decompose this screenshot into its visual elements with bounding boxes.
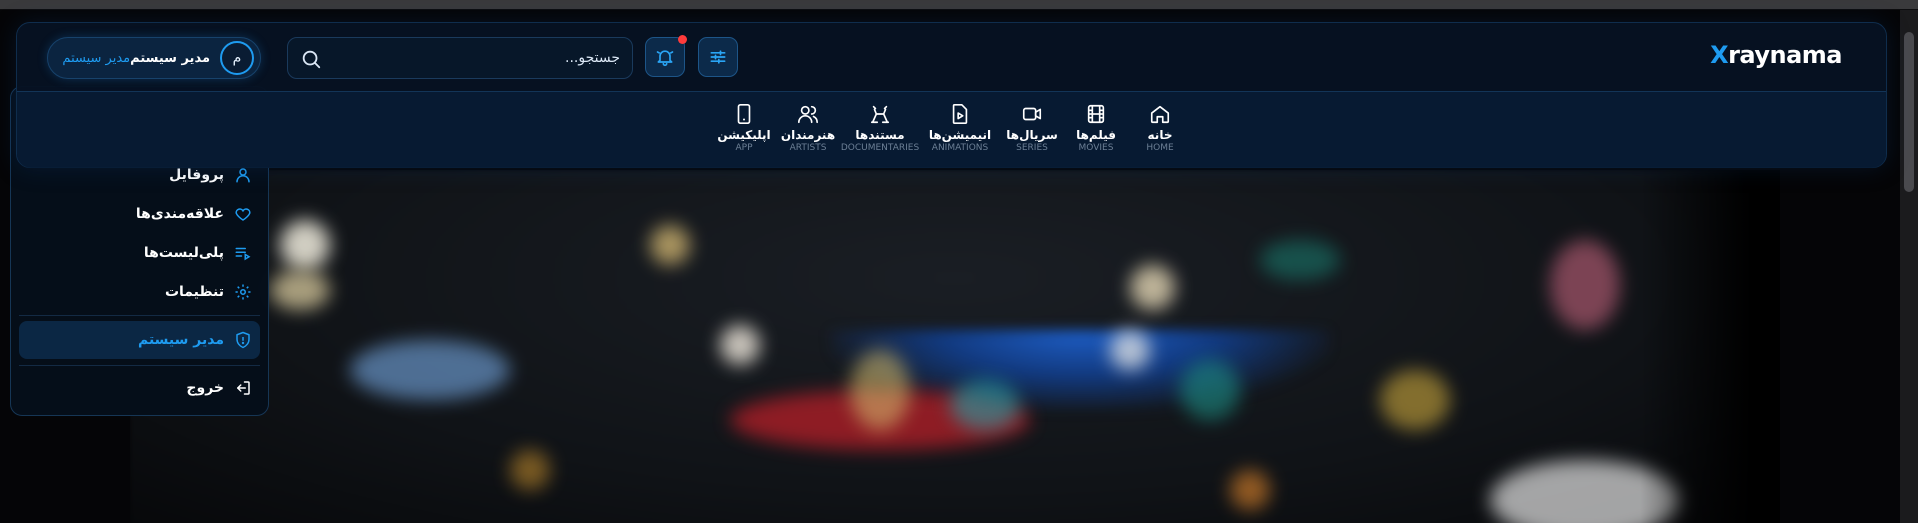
nav-label-en: DOCUMENTARIES	[840, 143, 920, 153]
nav-item-movies[interactable]: فیلم‌ها MOVIES	[1068, 103, 1124, 163]
nav-label-fa: هنرمندان	[780, 128, 836, 142]
menu-item-admin[interactable]: مدیر سیستم	[19, 321, 260, 359]
menu-divider	[19, 365, 260, 366]
user-role: مدیر سیستم	[62, 50, 131, 66]
menu-label: پلی‌لیست‌ها	[143, 245, 224, 261]
file-play-icon	[952, 104, 968, 124]
gear-icon	[235, 284, 251, 300]
nav-item-documentaries[interactable]: مستندها DOCUMENTARIES	[840, 103, 920, 163]
user-menu-button[interactable]: مدیر سیستم مدیر سیستم م	[47, 37, 261, 79]
nav-label-en: SERIES	[1016, 143, 1048, 153]
nav-label-en: HOME	[1146, 143, 1174, 153]
browser-top-divider	[0, 9, 1918, 10]
hero-background-image	[130, 170, 1780, 523]
nav-label-fa: مستندها	[855, 128, 905, 142]
search-icon[interactable]	[300, 48, 322, 70]
nav-label-fa: سریال‌ها	[1006, 128, 1058, 142]
browser-top-strip	[0, 0, 1918, 9]
nav-label-en: APP	[735, 143, 753, 153]
user-label: مدیر سیستم مدیر سیستم	[62, 51, 210, 66]
user-name: مدیر سیستم	[130, 50, 210, 66]
heart-icon	[235, 208, 251, 221]
search-input[interactable]	[330, 38, 620, 78]
site-header: Xraynama مدیر سیستممدیر سیستم م خانه HOM…	[16, 22, 1887, 168]
nav-label-fa: خانه	[1147, 128, 1173, 142]
menu-label: مدیر سیستم	[137, 332, 224, 348]
menu-item-settings[interactable]: تنظیمات	[165, 276, 252, 308]
film-icon	[1087, 104, 1105, 124]
nav-item-animations[interactable]: انیمیشن‌ها ANIMATIONS	[924, 103, 996, 163]
nav-label-fa: فیلم‌ها	[1076, 128, 1116, 142]
nav-item-artists[interactable]: هنرمندان ARTISTS	[780, 103, 836, 163]
nav-item-app[interactable]: اپلیکیشن APP	[716, 103, 772, 163]
site-logo[interactable]: Xraynama	[1710, 41, 1842, 69]
users-icon	[798, 105, 818, 124]
menu-item-favorites[interactable]: علاقه‌مندی‌ها	[136, 198, 252, 230]
menu-item-logout[interactable]: خروج	[186, 372, 252, 404]
menu-divider	[19, 315, 260, 316]
phone-icon	[737, 104, 751, 124]
avatar: م	[220, 41, 254, 75]
main-nav: خانه HOME فیلم‌ها MOVIES سریال‌ها SERIES…	[708, 103, 1188, 163]
nav-item-home[interactable]: خانه HOME	[1132, 103, 1188, 163]
nav-label-en: MOVIES	[1078, 143, 1114, 153]
sliders-icon	[710, 50, 726, 64]
bell-icon	[656, 50, 674, 67]
nav-item-series[interactable]: سریال‌ها SERIES	[1004, 103, 1060, 163]
menu-item-playlists[interactable]: پلی‌لیست‌ها	[144, 237, 252, 269]
scrollbar-thumb[interactable]	[1904, 32, 1914, 192]
menu-label: علاقه‌مندی‌ها	[135, 206, 224, 222]
filter-button[interactable]	[698, 37, 738, 77]
user-icon	[236, 168, 250, 183]
shield-icon	[236, 331, 250, 349]
menu-label: خروج	[186, 380, 224, 396]
menu-label: پروفایل	[169, 167, 224, 183]
logout-icon	[237, 381, 250, 395]
notification-dot	[678, 35, 687, 44]
nav-label-en: ANIMATIONS	[931, 143, 989, 153]
notifications-button[interactable]	[645, 35, 687, 77]
page-scrollbar[interactable]	[1900, 10, 1918, 523]
search-box	[287, 37, 633, 79]
home-icon	[1150, 105, 1170, 124]
video-icon	[1022, 107, 1042, 121]
nav-label-en: ARTISTS	[789, 143, 827, 153]
nav-label-fa: اپلیکیشن	[717, 128, 771, 142]
nav-label-fa: انیمیشن‌ها	[928, 128, 992, 142]
menu-label: تنظیمات	[164, 284, 224, 300]
playlist-icon	[235, 247, 251, 261]
documentary-icon	[870, 105, 890, 124]
